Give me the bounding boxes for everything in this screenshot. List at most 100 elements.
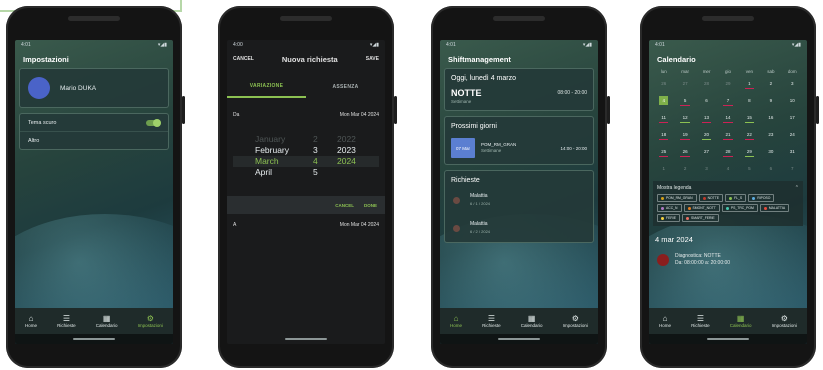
calendar-day[interactable]: 5 xyxy=(739,166,760,171)
calendar-day[interactable]: 29 xyxy=(739,149,760,157)
calendar-day[interactable]: 26 xyxy=(653,81,674,86)
calendar-day[interactable]: 15 xyxy=(739,115,760,123)
request-tabs: VARIAZIONE ASSENZA xyxy=(227,76,385,98)
calendar-day[interactable]: 6 xyxy=(696,98,717,103)
next-day-item[interactable]: 07 Mar POM_RM_GRAN Settimane 14:00 - 20:… xyxy=(445,132,593,164)
today-card[interactable]: Oggi, lunedì 4 marzo NOTTE 08:00 - 20:00… xyxy=(444,68,594,111)
picker-month-selected: March xyxy=(255,156,279,166)
calendar-day[interactable]: 22 xyxy=(739,132,760,140)
calendar-day[interactable]: 2 xyxy=(674,166,695,171)
to-date-row[interactable]: A Mon Mar 04 2024 xyxy=(227,222,385,228)
calendar-day[interactable]: 21 xyxy=(717,132,738,140)
nav-settings[interactable]: ⚙ Impostazioni xyxy=(772,314,797,328)
calendar-day[interactable]: 23 xyxy=(760,132,781,137)
user-name: Mario DUKA xyxy=(60,84,97,92)
profile-card[interactable]: Mario DUKA xyxy=(19,68,169,108)
save-button[interactable]: SAVE xyxy=(366,56,379,62)
dark-theme-toggle[interactable] xyxy=(146,118,161,127)
legend-label: Mostra legenda xyxy=(657,185,692,191)
calendar-day[interactable]: 30 xyxy=(760,149,781,154)
side-button xyxy=(816,96,819,124)
calendar-day[interactable]: 4 xyxy=(717,166,738,171)
legend-dot xyxy=(661,216,664,220)
nav-requests[interactable]: ☰ Richieste xyxy=(57,314,76,328)
calendar-day[interactable]: 7 xyxy=(782,166,803,171)
chevron-up-icon[interactable]: ⌃ xyxy=(795,185,799,191)
calendar-day[interactable]: 16 xyxy=(760,115,781,120)
calendar-day[interactable]: 6 xyxy=(760,166,781,171)
other-row[interactable]: Altro xyxy=(20,132,168,149)
dark-theme-row[interactable]: Tema scuro xyxy=(20,114,168,132)
calendar-day[interactable]: 28 xyxy=(696,81,717,86)
day-column[interactable]: 2 3 4 5 xyxy=(313,134,318,178)
calendar-day[interactable]: 17 xyxy=(782,115,803,120)
nav-settings[interactable]: ⚙ Impostazioni xyxy=(563,314,588,328)
nav-calendar[interactable]: ▦ Calendario xyxy=(521,314,543,328)
from-date-value: Mon Mar 04 2024 xyxy=(339,112,379,118)
shift-time: 08:00 - 20:00 xyxy=(557,90,587,96)
calendar-day[interactable]: 3 xyxy=(696,166,717,171)
nav-home[interactable]: ⌂ Home xyxy=(450,314,462,328)
home-pill[interactable] xyxy=(73,338,115,340)
request-item[interactable]: Malattia 6 / 1 / 2024 xyxy=(445,186,593,214)
picker-done-button[interactable]: DONE xyxy=(364,203,377,208)
calendar-day[interactable]: 5 xyxy=(674,98,695,106)
tab-variation[interactable]: VARIAZIONE xyxy=(227,76,306,98)
month-column[interactable]: January February March April xyxy=(255,134,289,178)
home-pill[interactable] xyxy=(285,338,327,340)
legend-chip-label: FERIE xyxy=(666,216,676,220)
home-pill[interactable] xyxy=(707,338,749,340)
weekday-label: dom xyxy=(787,69,797,74)
nav-requests[interactable]: ☰ Richieste xyxy=(482,314,501,328)
calendar-day[interactable]: 10 xyxy=(782,98,803,103)
legend-panel: Mostra legenda ⌃ POM_RM_GRAN NOTTE FL_S … xyxy=(653,181,803,226)
picker-year: 2022 xyxy=(337,134,356,144)
calendar-day[interactable]: 9 xyxy=(760,98,781,103)
picker-year: 2023 xyxy=(337,145,356,155)
system-nav xyxy=(227,334,385,344)
picker-cancel-button[interactable]: CANCEL xyxy=(335,203,354,208)
legend-chip-label: FL_S xyxy=(734,196,743,200)
calendar-day[interactable]: 27 xyxy=(696,149,717,154)
calendar-day[interactable]: 11 xyxy=(653,115,674,123)
nav-home[interactable]: ⌂ Home xyxy=(659,314,671,328)
legend-chip: FERIE xyxy=(657,214,680,222)
cancel-button[interactable]: CANCEL xyxy=(233,56,254,62)
calendar-day[interactable]: 29 xyxy=(717,81,738,86)
calendar-day[interactable]: 1 xyxy=(739,81,760,89)
calendar-day[interactable]: 27 xyxy=(674,81,695,86)
calendar-day[interactable]: 26 xyxy=(674,149,695,157)
calendar-day[interactable]: 12 xyxy=(674,115,695,123)
nav-home[interactable]: ⌂ Home xyxy=(25,314,37,328)
calendar-day[interactable]: 28 xyxy=(717,149,738,157)
page-title: Shiftmanagement xyxy=(448,54,511,64)
calendar-day[interactable]: 18 xyxy=(653,132,674,140)
nav-calendar[interactable]: ▦ Calendario xyxy=(96,314,118,328)
request-item[interactable]: Malattia 6 / 2 / 2024 xyxy=(445,214,593,242)
nav-calendar[interactable]: ▦ Calendario xyxy=(730,314,752,328)
legend-header[interactable]: Mostra legenda ⌃ xyxy=(657,185,799,191)
tab-absence[interactable]: ASSENZA xyxy=(306,76,385,98)
home-pill[interactable] xyxy=(498,338,540,340)
calendar-day[interactable]: 1 xyxy=(653,166,674,171)
nav-settings[interactable]: ⚙ Impostazioni xyxy=(138,314,163,328)
calendar-day[interactable]: 25 xyxy=(653,149,674,157)
calendar-day[interactable]: 7 xyxy=(717,98,738,106)
year-column[interactable]: 2022 2023 2024 xyxy=(337,134,356,167)
calendar-day[interactable]: 19 xyxy=(674,132,695,140)
calendar-day[interactable]: 2 xyxy=(760,81,781,86)
date-picker[interactable]: January February March April 2 3 4 5 202… xyxy=(227,132,385,190)
calendar-day-today[interactable]: 4 xyxy=(659,96,669,105)
from-date-row[interactable]: Da Mon Mar 04 2024 xyxy=(227,112,385,118)
calendar-day[interactable]: 14 xyxy=(717,115,738,123)
calendar-day[interactable]: 8 xyxy=(739,98,760,103)
next-shift-sub: Settimane xyxy=(481,148,502,153)
calendar-day[interactable]: 13 xyxy=(696,115,717,123)
calendar-day[interactable]: 24 xyxy=(782,132,803,137)
calendar-day[interactable]: 20 xyxy=(696,132,717,140)
calendar-day[interactable]: 31 xyxy=(782,149,803,154)
legend-chip: PS_TRC_POM xyxy=(721,204,758,212)
nav-requests[interactable]: ☰ Richieste xyxy=(691,314,710,328)
event-item[interactable]: Diagnostica: NOTTE Da: 08:00:00 a: 20:00… xyxy=(649,249,807,271)
calendar-day[interactable]: 3 xyxy=(782,81,803,86)
